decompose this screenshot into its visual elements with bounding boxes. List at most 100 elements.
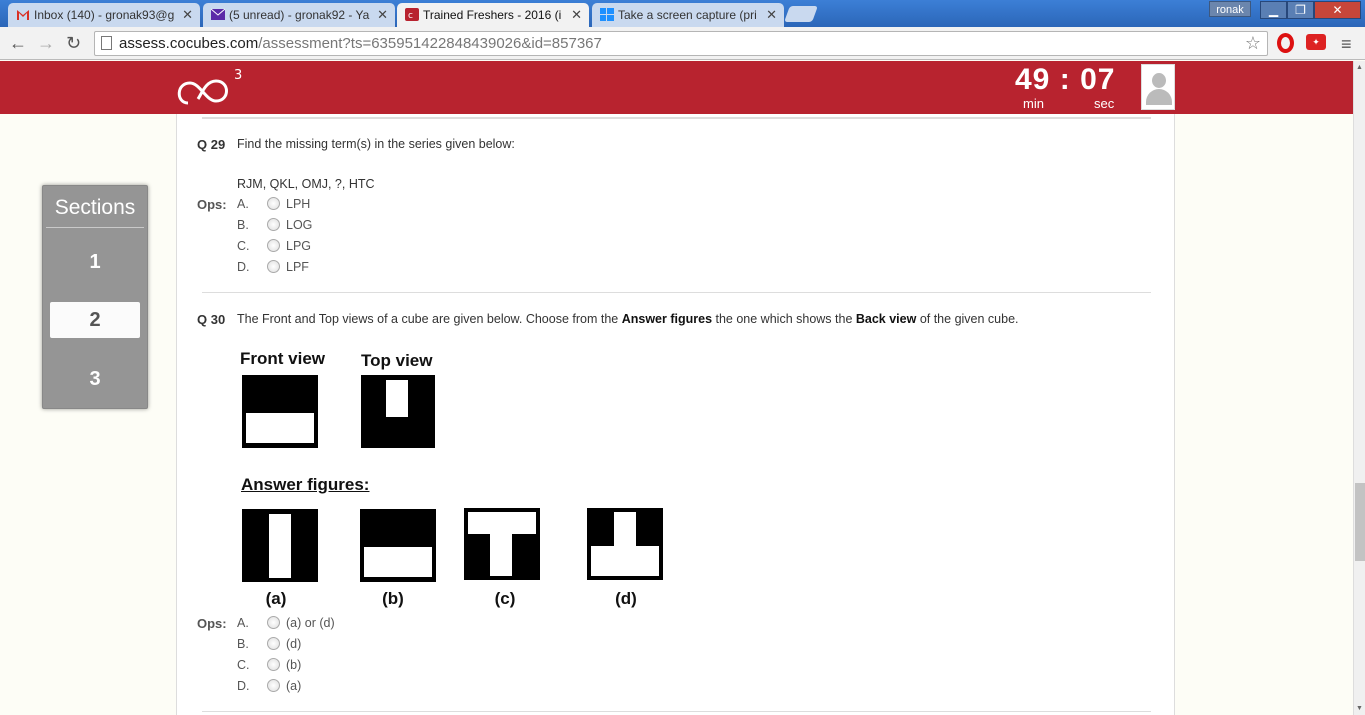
top-view-figure	[361, 375, 435, 448]
figure-caption-b: (b)	[382, 589, 404, 608]
option-radio[interactable]	[267, 260, 280, 273]
maximize-button[interactable]: ❐	[1287, 1, 1314, 19]
option-text: (a) or (d)	[286, 616, 335, 630]
answer-figure-d	[587, 508, 663, 580]
option-letter: D.	[237, 260, 250, 274]
figure-caption-d: (d)	[615, 589, 637, 608]
option-letter: D.	[237, 679, 250, 693]
tab-yahoo-mail[interactable]: (5 unread) - gronak92 - Ya ✕	[203, 3, 395, 27]
option-text: (b)	[286, 658, 302, 672]
answer-figure-c	[464, 508, 540, 580]
close-tab-icon[interactable]: ✕	[377, 7, 388, 23]
scroll-up-icon[interactable]: ▲	[1356, 64, 1363, 71]
figure-caption-c: (c)	[494, 589, 516, 608]
countdown-timer: 49 : 07 min sec	[1012, 61, 1132, 114]
extension-icon[interactable]: ✦	[1306, 34, 1326, 50]
minimize-button[interactable]: ▁	[1260, 1, 1287, 19]
forward-arrow-icon[interactable]: →	[37, 33, 55, 54]
site-header: 3 49 : 07 min sec	[0, 61, 1353, 114]
option-radio[interactable]	[267, 679, 280, 692]
option-radio[interactable]	[267, 239, 280, 252]
section-item-3[interactable]: 3	[50, 361, 140, 397]
gmail-icon	[16, 8, 30, 21]
cocubes-logo: 3	[176, 67, 246, 111]
ops-label: Ops:	[197, 197, 227, 212]
svg-text:c: c	[408, 11, 413, 21]
section-item-1[interactable]: 1	[50, 244, 140, 280]
section-item-2[interactable]: 2	[50, 302, 140, 338]
new-tab-button[interactable]	[784, 6, 818, 22]
option-radio[interactable]	[267, 637, 280, 650]
url-path: /assessment?ts=635951422848439026&id=857…	[258, 35, 602, 52]
option-letter: A.	[237, 197, 249, 211]
option-radio[interactable]	[267, 658, 280, 671]
back-arrow-icon[interactable]: ←	[9, 33, 27, 54]
option-radio[interactable]	[267, 218, 280, 231]
close-tab-icon[interactable]: ✕	[571, 7, 582, 23]
timer-sec-label: sec	[1094, 96, 1115, 111]
timer-seconds: 07	[1080, 63, 1116, 96]
close-window-button[interactable]: ✕	[1314, 1, 1361, 19]
logo-superscript: 3	[234, 68, 242, 83]
tab-title: (5 unread) - gronak92 - Ya	[229, 8, 370, 22]
sections-panel: Sections 1 2 3	[42, 185, 148, 409]
reload-icon[interactable]: ↻	[66, 33, 81, 54]
option-text: LPG	[286, 239, 312, 253]
cocubes-icon: c	[405, 8, 419, 21]
option-text: LOG	[286, 218, 313, 232]
timer-minutes: 49	[1015, 63, 1051, 96]
option-text: (a)	[286, 679, 302, 693]
timer-separator: :	[1059, 63, 1071, 96]
opera-extension-icon[interactable]	[1277, 33, 1294, 53]
option-letter: B.	[237, 218, 249, 232]
option-radio[interactable]	[267, 616, 280, 629]
timer-min-label: min	[1023, 96, 1044, 111]
option-text: LPF	[286, 260, 309, 274]
tab-screen-capture[interactable]: Take a screen capture (pri ✕	[592, 3, 784, 27]
tab-title: Inbox (140) - gronak93@g	[34, 8, 175, 22]
bookmark-star-icon[interactable]: ☆	[1245, 33, 1261, 54]
answer-figures-label: Answer figures:	[241, 475, 370, 494]
windows-icon	[600, 8, 614, 21]
url-host: assess.cocubes.com	[119, 35, 259, 52]
sections-title: Sections	[54, 196, 136, 219]
question-content: Q 29 Find the missing term(s) in the ser…	[176, 114, 1175, 715]
profile-chip[interactable]: ronak	[1209, 1, 1251, 17]
avatar[interactable]	[1141, 64, 1175, 110]
page-scrollbar[interactable]: ▲ ▼	[1353, 61, 1365, 715]
top-view-label: Top view	[361, 351, 433, 370]
tab-title: Take a screen capture (pri	[618, 8, 757, 22]
front-view-label: Front view	[240, 349, 326, 368]
answer-figure-b	[360, 509, 436, 582]
question-series: RJM, QKL, OMJ, ?, HTC	[237, 177, 375, 191]
ops-label: Ops:	[197, 616, 227, 631]
figure-caption-a: (a)	[265, 589, 287, 608]
browser-toolbar: ← → ↻ assess.cocubes.com/assessment?ts=6…	[0, 27, 1365, 60]
option-letter: A.	[237, 616, 249, 630]
user-icon	[1152, 73, 1166, 88]
option-radio[interactable]	[267, 197, 280, 210]
page-icon	[101, 36, 112, 50]
option-text: LPH	[286, 197, 311, 211]
option-letter: B.	[237, 637, 249, 651]
front-view-figure	[242, 375, 318, 448]
address-bar[interactable]: assess.cocubes.com/assessment?ts=6359514…	[94, 31, 1268, 56]
tab-title: Trained Freshers - 2016 (i	[423, 8, 562, 22]
browser-tab-bar: Inbox (140) - gronak93@g ✕ (5 unread) - …	[0, 0, 1365, 27]
question-text: The Front and Top views of a cube are gi…	[237, 312, 1019, 326]
answer-figure-a	[242, 509, 318, 582]
tab-gmail[interactable]: Inbox (140) - gronak93@g ✕	[8, 3, 200, 27]
option-letter: C.	[237, 239, 250, 253]
question-number: Q 29	[197, 137, 226, 152]
question-text: Find the missing term(s) in the series g…	[237, 137, 515, 151]
scroll-thumb[interactable]	[1355, 483, 1365, 561]
close-tab-icon[interactable]: ✕	[182, 7, 193, 23]
close-tab-icon[interactable]: ✕	[766, 7, 777, 23]
scroll-down-icon[interactable]: ▼	[1356, 705, 1363, 712]
mail-icon	[210, 8, 226, 21]
option-letter: C.	[237, 658, 250, 672]
tab-trained-freshers[interactable]: c Trained Freshers - 2016 (i ✕	[397, 3, 589, 27]
question-number: Q 30	[197, 312, 226, 327]
menu-icon[interactable]: ≡	[1341, 34, 1352, 55]
option-text: (d)	[286, 637, 302, 651]
